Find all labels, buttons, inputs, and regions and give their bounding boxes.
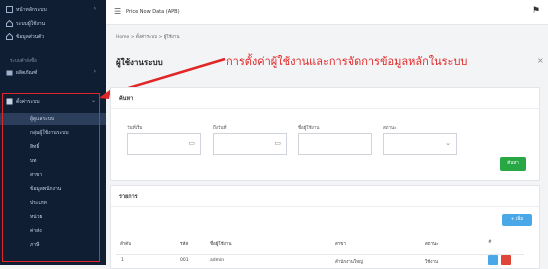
box-icon (6, 69, 13, 76)
close-icon[interactable]: × (537, 56, 544, 65)
sidebar-item-label: ข้อมูลส่วนตัว (16, 34, 45, 40)
sidebar-item-label: หน้าหลักระบบ (16, 7, 47, 13)
dashboard-icon (6, 6, 13, 13)
field-label: วันที่เริ่ม (127, 126, 143, 131)
start-date-field[interactable]: ▭ (127, 133, 201, 155)
sidebar-item-label: ระบบผู้ใช้งาน (16, 21, 46, 27)
sidebar-item-users[interactable]: ระบบผู้ใช้งาน (0, 18, 106, 30)
user-icon[interactable]: ⚑ (532, 6, 540, 16)
chevron-right-icon: › (93, 5, 96, 12)
column-header: สาขา (335, 242, 346, 247)
card-header: ค้นหา (111, 88, 539, 109)
column-header: รหัส (180, 242, 189, 247)
sidebar-item-dashboard[interactable]: หน้าหลักระบบ › (0, 4, 106, 16)
cell-no: 1 (121, 258, 124, 263)
field-label: ชื่อผู้ใช้งาน (298, 126, 320, 131)
sidebar-section-label: ระบบคำสั่งซื้อ (10, 59, 37, 64)
column-header: ชื่อผู้ใช้งาน (210, 242, 232, 247)
edit-icon[interactable] (488, 255, 498, 265)
calendar-icon[interactable]: ▭ (188, 139, 195, 147)
cell-status: ใช้งาน (425, 260, 439, 265)
sidebar-item-products[interactable]: ผลิตภัณฑ์ › (0, 67, 106, 79)
sidebar: หน้าหลักระบบ › ระบบผู้ใช้งาน ข้อมูลส่วนต… (0, 0, 106, 265)
sidebar-item-label: ผลิตภัณฑ์ (16, 70, 38, 76)
chevron-down-icon: ⌄ (445, 139, 451, 147)
table-row[interactable]: 1 001 admin สำนักงานใหญ่ ใช้งาน (116, 254, 524, 266)
column-header: # (488, 240, 492, 245)
field-label: ถึงวันที่ (213, 126, 227, 131)
card-title: ค้นหา (119, 96, 134, 102)
highlight-box (2, 93, 100, 262)
app-title: Price Now Data (APB) (126, 9, 180, 15)
end-date-field[interactable]: ▭ (213, 133, 287, 155)
field-label: สถานะ (383, 126, 397, 131)
search-button[interactable]: ค้นหา (500, 157, 526, 171)
top-bar: ☰ Price Now Data (APB) ⚑ (106, 0, 548, 25)
card-header: รายการ (111, 186, 539, 207)
username-input[interactable] (298, 133, 372, 155)
column-header: ลำดับ (120, 242, 132, 247)
column-header: สถานะ (425, 242, 439, 247)
add-button[interactable]: + เพิ่ม (502, 214, 532, 226)
sidebar-item-profile[interactable]: ข้อมูลส่วนตัว (0, 31, 106, 43)
calendar-icon[interactable]: ▭ (274, 139, 281, 147)
cell-code: 001 (180, 258, 189, 263)
delete-icon[interactable] (501, 255, 511, 265)
cell-branch: สำนักงานใหญ่ (335, 260, 363, 265)
card-title: รายการ (119, 194, 138, 200)
home-icon (6, 19, 13, 27)
home-icon (6, 32, 13, 40)
cell-name: admin (210, 258, 225, 263)
menu-icon[interactable]: ☰ (114, 7, 121, 16)
breadcrumb: Home > ตั้งค่าระบบ > ผู้ใช้งาน (116, 35, 180, 40)
annotation-text: การตั้งค่าผู้ใช้งานและการจัดการข้อมูลหลั… (226, 55, 468, 68)
status-select[interactable]: ⌄ (383, 133, 457, 155)
